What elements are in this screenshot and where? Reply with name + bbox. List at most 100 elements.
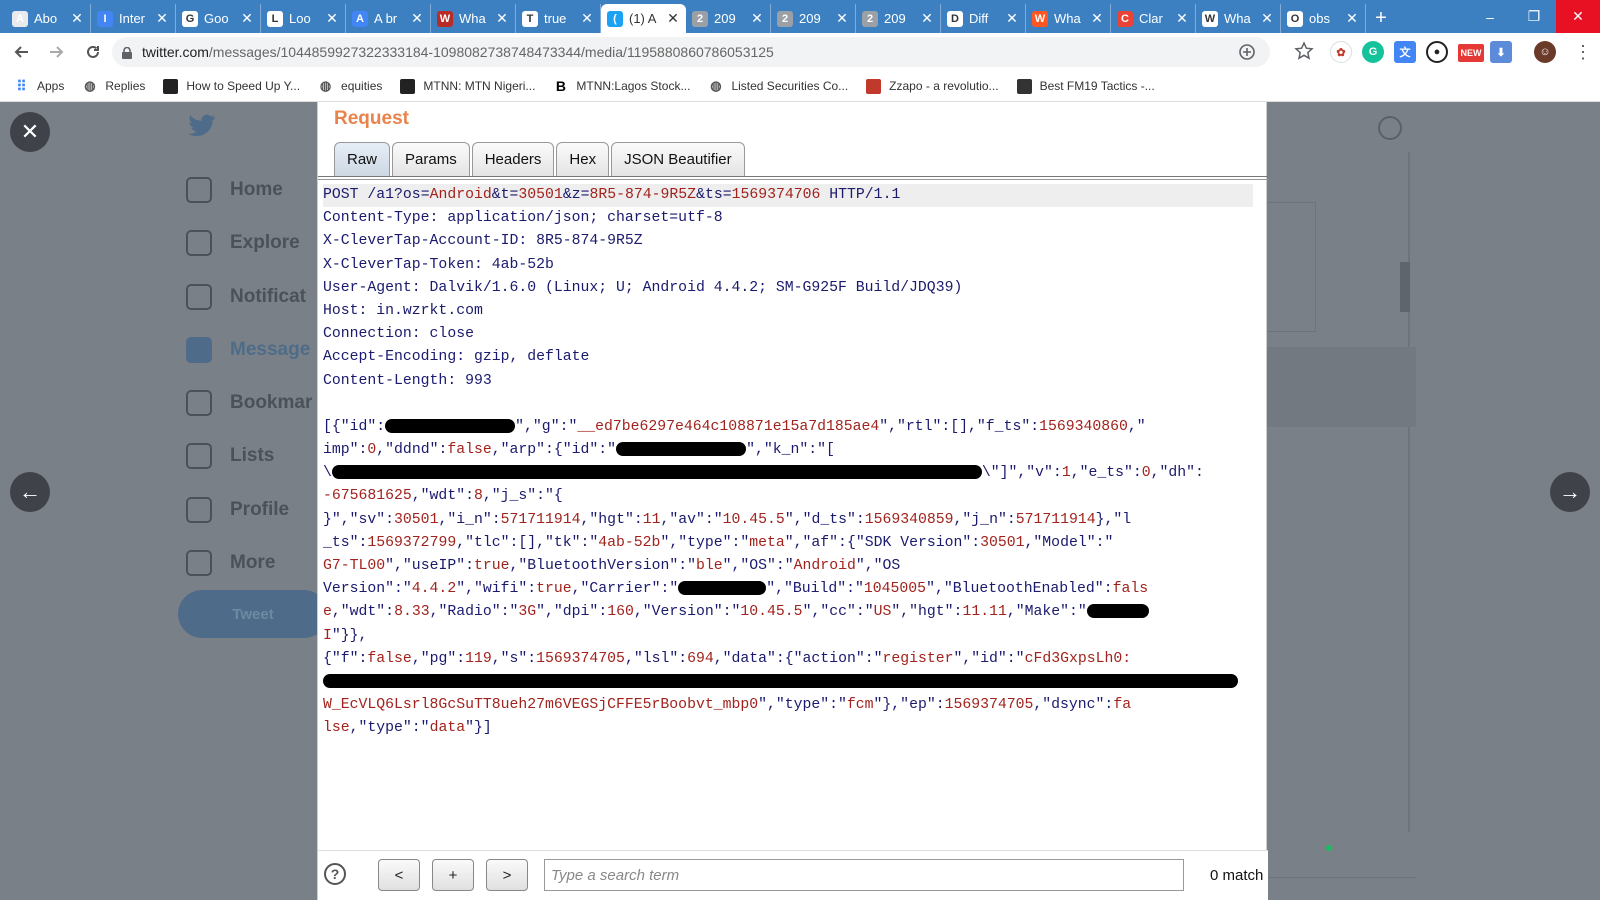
- scrollbar[interactable]: [1408, 152, 1410, 832]
- minimize-button[interactable]: –: [1468, 0, 1512, 33]
- browser-tab[interactable]: 2 209 ✕: [856, 4, 941, 33]
- tab-headers[interactable]: Headers: [471, 142, 555, 176]
- tab-raw[interactable]: Raw: [334, 142, 391, 176]
- json-key: ","hgt":: [891, 604, 963, 621]
- browser-tab[interactable]: L Loo ✕: [261, 4, 346, 33]
- new-tab-button[interactable]: +: [1366, 4, 1396, 33]
- close-tab-icon[interactable]: ✕: [240, 10, 254, 27]
- close-tab-icon[interactable]: ✕: [750, 10, 764, 27]
- translate-icon[interactable]: 文: [1394, 41, 1416, 63]
- bookmarks-bar: ⠿ Apps ◍ Replies How to Speed Up Y... ◍ equiti…: [0, 71, 1600, 102]
- close-tab-icon[interactable]: ✕: [1260, 10, 1274, 27]
- sidebar-item-profile[interactable]: Profile: [186, 490, 289, 530]
- previous-media-button[interactable]: ←: [10, 472, 50, 512]
- tab-hex[interactable]: Hex: [556, 142, 610, 176]
- close-tab-icon[interactable]: ✕: [325, 10, 339, 27]
- ext-icon[interactable]: ✿: [1330, 41, 1352, 63]
- soccer-icon[interactable]: ●: [1426, 41, 1448, 63]
- add-search-button[interactable]: +: [432, 859, 474, 891]
- browser-tab[interactable]: W Wha ✕: [1196, 4, 1281, 33]
- browser-tab[interactable]: A Abo ✕: [6, 4, 91, 33]
- close-tab-icon[interactable]: ✕: [1345, 10, 1359, 27]
- browser-tab[interactable]: W Wha ✕: [1026, 4, 1111, 33]
- sidebar-item-home[interactable]: Home: [186, 170, 283, 210]
- bookmark-item[interactable]: ◍ equities: [318, 78, 383, 94]
- json-key: ","Build":": [766, 581, 864, 598]
- bookmark-item[interactable]: Best FM19 Tactics -...: [1016, 78, 1155, 94]
- bookmark-item[interactable]: ◍ Listed Securities Co...: [708, 78, 848, 94]
- json-key: ,"dh":: [1150, 465, 1204, 482]
- maximize-button[interactable]: ❐: [1512, 0, 1556, 33]
- browser-tab[interactable]: A A br ✕: [346, 4, 431, 33]
- json-value: 160: [607, 604, 634, 621]
- help-icon[interactable]: ?: [324, 863, 346, 885]
- close-tab-icon[interactable]: ✕: [1090, 10, 1104, 27]
- browser-tab[interactable]: Ttrue ✕: [516, 4, 601, 33]
- json-value: cFd3GxpsLh0:: [1024, 650, 1132, 667]
- tab-params[interactable]: Params: [392, 142, 470, 176]
- sidebar-item-message[interactable]: Message: [186, 330, 310, 370]
- info-icon[interactable]: [1378, 116, 1402, 140]
- json-key: ,"arp":{"id":": [491, 442, 617, 459]
- bookmark-item[interactable]: ⠿ Apps: [14, 78, 64, 94]
- browser-tab[interactable]: 2 209 ✕: [686, 4, 771, 33]
- close-tab-icon[interactable]: ✕: [835, 10, 849, 27]
- search-input[interactable]: Type a search term: [544, 859, 1184, 891]
- bookmark-item[interactable]: How to Speed Up Y...: [163, 78, 300, 94]
- browser-tab[interactable]: 2 209 ✕: [771, 4, 856, 33]
- close-tab-icon[interactable]: ✕: [155, 10, 169, 27]
- close-tab-icon[interactable]: ✕: [410, 10, 424, 27]
- sidebar-item-lists[interactable]: Lists: [186, 436, 274, 476]
- json-value: 119: [465, 650, 492, 667]
- json-key: {"f":: [323, 650, 368, 667]
- browser-tab[interactable]: I Inter ✕: [91, 4, 176, 33]
- previous-match-button[interactable]: <: [378, 859, 420, 891]
- json-key: ","dpi":: [536, 604, 608, 621]
- json-value: Android: [793, 558, 856, 574]
- sidebar-item-bookmar[interactable]: Bookmar: [186, 383, 312, 423]
- tab-title: A br: [374, 11, 398, 26]
- tab-json-beautifier[interactable]: JSON Beautifier: [611, 142, 745, 176]
- json-key: ,"e_ts":: [1070, 465, 1142, 482]
- close-tab-icon[interactable]: ✕: [1175, 10, 1189, 27]
- scrollbar-thumb[interactable]: [1400, 262, 1410, 312]
- download-icon[interactable]: ⬇: [1490, 41, 1512, 63]
- grammarly-icon[interactable]: G: [1362, 41, 1384, 63]
- tweet-button[interactable]: Tweet: [178, 590, 328, 638]
- back-button[interactable]: [6, 37, 36, 67]
- sidebar-item-more[interactable]: More: [186, 543, 275, 583]
- star-icon[interactable]: [1294, 41, 1314, 66]
- close-tab-icon[interactable]: ✕: [1005, 10, 1019, 27]
- reload-button[interactable]: [78, 37, 108, 67]
- browser-tab[interactable]: C Clar ✕: [1111, 4, 1196, 33]
- close-tab-icon[interactable]: ✕: [920, 10, 934, 27]
- browser-tab[interactable]: Oobs ✕: [1281, 4, 1366, 33]
- sidebar-item-explore[interactable]: Explore: [186, 223, 300, 263]
- bookmark-item[interactable]: Zzapo - a revolutio...: [866, 78, 999, 94]
- zoom-icon[interactable]: [1238, 43, 1256, 66]
- browser-tab[interactable]: ((1) A ✕: [601, 4, 686, 33]
- json-value: 0: [1141, 465, 1151, 482]
- menu-icon[interactable]: ⋮: [1574, 43, 1592, 61]
- close-window-button[interactable]: ✕: [1556, 0, 1600, 33]
- browser-tab[interactable]: G Goo ✕: [176, 4, 261, 33]
- sidebar-item-notificat[interactable]: Notificat: [186, 277, 306, 317]
- bookmark-item[interactable]: MTNN: MTN Nigeri...: [400, 78, 535, 94]
- close-tab-icon[interactable]: ✕: [666, 10, 680, 27]
- next-match-button[interactable]: >: [486, 859, 528, 891]
- new-badge-icon[interactable]: NEW: [1458, 44, 1484, 62]
- close-tab-icon[interactable]: ✕: [495, 10, 509, 27]
- close-tab-icon[interactable]: ✕: [580, 10, 594, 27]
- json-value: __ed7be6297e464c108871e15a7d185ae4: [577, 418, 880, 435]
- forward-button[interactable]: [42, 37, 72, 67]
- close-viewer-button[interactable]: ✕: [10, 112, 50, 152]
- browser-tab[interactable]: D Diff ✕: [941, 4, 1026, 33]
- browser-tab[interactable]: W Wha ✕: [431, 4, 516, 33]
- address-bar[interactable]: twitter.com/messages/1044859927322333184…: [112, 37, 1270, 67]
- bookmar-icon: [186, 390, 212, 416]
- bookmark-item[interactable]: B MTNN:Lagos Stock...: [553, 78, 691, 94]
- wikipedia-icon: G: [182, 10, 198, 27]
- close-tab-icon[interactable]: ✕: [70, 10, 84, 27]
- avatar[interactable]: ☺: [1534, 41, 1556, 63]
- bookmark-item[interactable]: ◍ Replies: [82, 78, 145, 94]
